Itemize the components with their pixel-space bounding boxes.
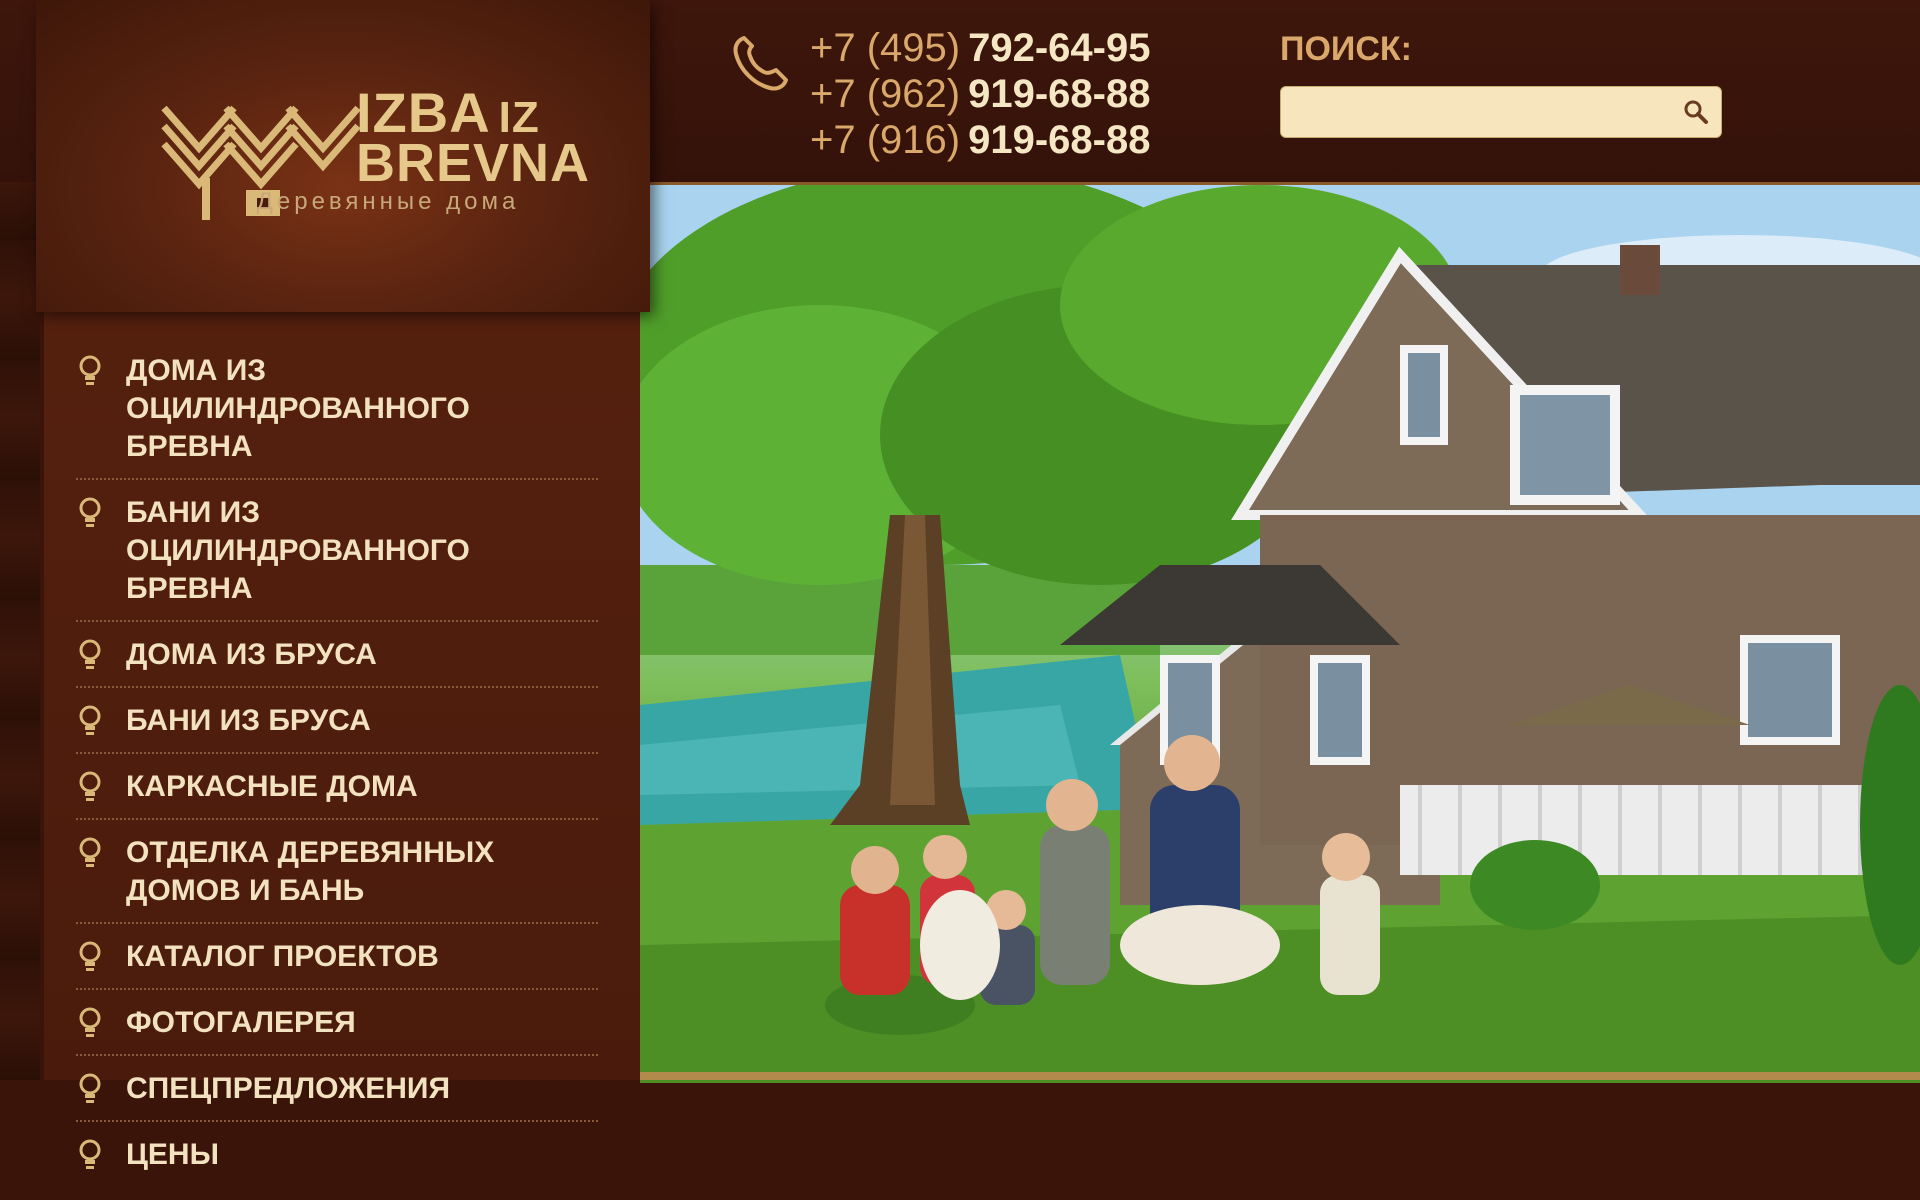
menu-item-cylinder-log-houses[interactable]: ДОМА ИЗ ОЦИЛИНДРОВАННОГО БРЕВНА <box>76 352 598 480</box>
menu-item-label: ДОМА ИЗ БРУСА <box>126 638 377 671</box>
phone-icon <box>733 36 788 91</box>
menu-item-label: ОТДЕЛКА ДЕРЕВЯННЫХ ДОМОВ И БАНЬ <box>126 836 495 907</box>
menu-item-finishing[interactable]: ОТДЕЛКА ДЕРЕВЯННЫХ ДОМОВ И БАНЬ <box>76 834 598 924</box>
search-box <box>1280 86 1722 138</box>
hero-illustration <box>640 185 1920 1083</box>
menu-item-project-catalog[interactable]: КАТАЛОГ ПРОЕКТОВ <box>76 938 598 990</box>
menu-item-label: ЦЕНЫ <box>126 1138 219 1171</box>
search-label: ПОИСК: <box>1280 30 1412 68</box>
menu-item-label: ФОТОГАЛЕРЕЯ <box>126 1006 356 1039</box>
lightbulb-icon <box>79 497 101 527</box>
menu-item-timber-saunas[interactable]: БАНИ ИЗ БРУСА <box>76 702 598 754</box>
menu-item-label: БАНИ ИЗ БРУСА <box>126 704 371 737</box>
lightbulb-icon <box>79 837 101 867</box>
lightbulb-icon <box>79 1007 101 1037</box>
menu-item-special-offers[interactable]: СПЕЦПРЕДЛОЖЕНИЯ <box>76 1070 598 1122</box>
menu-item-cylinder-log-saunas[interactable]: БАНИ ИЗ ОЦИЛИНДРОВАННОГО БРЕВНА <box>76 494 598 622</box>
lightbulb-icon <box>79 1073 101 1103</box>
phone-number[interactable]: +7 (962) 919-68-88 <box>810 72 1150 118</box>
menu-item-timber-houses[interactable]: ДОМА ИЗ БРУСА <box>76 636 598 688</box>
lightbulb-icon <box>79 355 101 385</box>
phone-number[interactable]: +7 (916) 919-68-88 <box>810 118 1150 164</box>
phone-list: +7 (495) 792-64-95 +7 (962) 919-68-88 +7 (… <box>810 26 1150 164</box>
menu-item-label: БАНИ ИЗ ОЦИЛИНДРОВАННОГО БРЕВНА <box>126 496 470 605</box>
lightbulb-icon <box>79 705 101 735</box>
search-icon[interactable] <box>1681 97 1711 127</box>
hero-banner-image <box>640 182 1920 1083</box>
logo-title-line2: BREVNA <box>356 133 591 193</box>
logo-tagline: Деревянные дома <box>256 188 520 215</box>
sidebar-nav: ДОМА ИЗ ОЦИЛИНДРОВАННОГО БРЕВНА БАНИ ИЗ … <box>44 312 640 1171</box>
lightbulb-icon <box>79 771 101 801</box>
lightbulb-icon <box>79 941 101 971</box>
phone-number[interactable]: +7 (495) 792-64-95 <box>810 26 1150 72</box>
menu-item-label: КАТАЛОГ ПРОЕКТОВ <box>126 940 439 973</box>
menu-item-photo-gallery[interactable]: ФОТОГАЛЕРЕЯ <box>76 1004 598 1056</box>
hero-bottom-border <box>640 1072 1920 1080</box>
menu-item-label: СПЕЦПРЕДЛОЖЕНИЯ <box>126 1072 451 1105</box>
menu-item-prices[interactable]: ЦЕНЫ <box>76 1136 598 1186</box>
menu-item-label: КАРКАСНЫЕ ДОМА <box>126 770 418 803</box>
lightbulb-icon <box>79 1139 101 1169</box>
logo-block[interactable]: IZBA IZ BREVNA Деревянные дома <box>36 0 650 312</box>
lightbulb-icon <box>79 639 101 669</box>
menu-item-frame-houses[interactable]: КАРКАСНЫЕ ДОМА <box>76 768 598 820</box>
search-input[interactable] <box>1295 95 1669 131</box>
main-menu: ДОМА ИЗ ОЦИЛИНДРОВАННОГО БРЕВНА БАНИ ИЗ … <box>76 352 598 1200</box>
menu-item-label: ДОМА ИЗ ОЦИЛИНДРОВАННОГО БРЕВНА <box>126 354 470 463</box>
